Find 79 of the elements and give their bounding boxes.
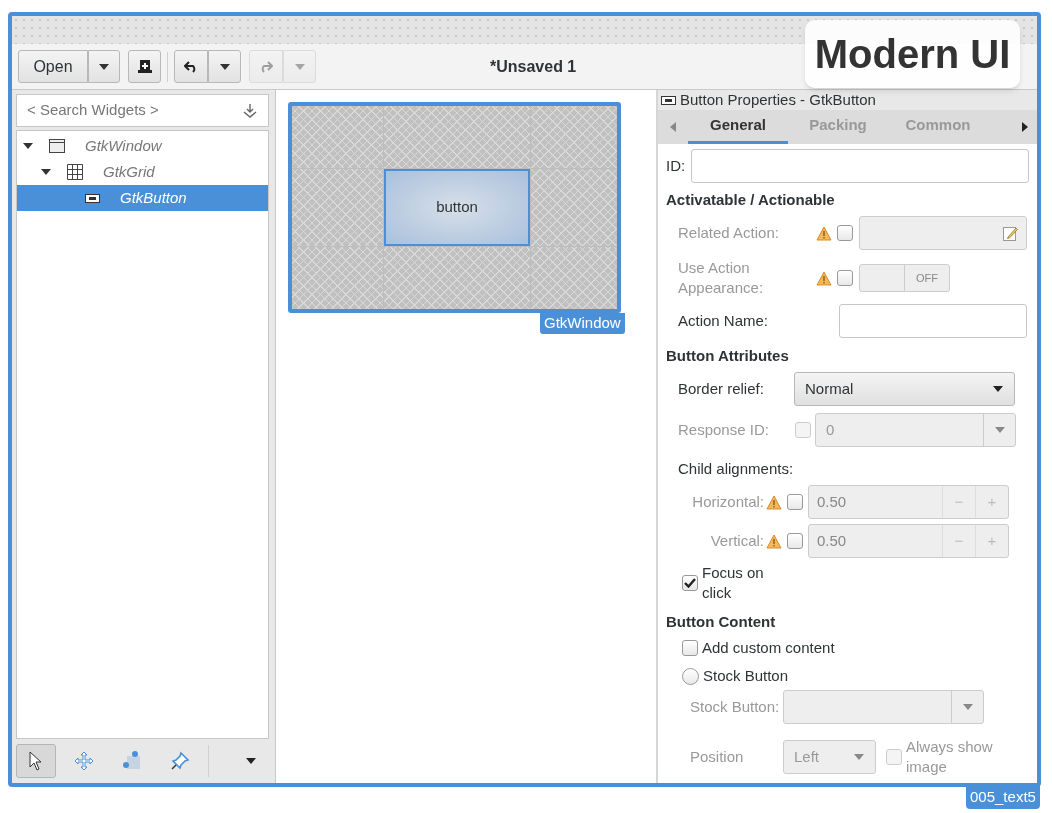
spin-field[interactable]: 0.50 − + — [808, 524, 1009, 558]
field-label: Response ID: — [678, 420, 770, 440]
dropdown-button[interactable] — [88, 50, 120, 83]
scroll-right-icon[interactable] — [1022, 122, 1028, 132]
tab[interactable]: General — [688, 110, 788, 144]
plus-icon — [137, 60, 152, 73]
field-label: Vertical: — [709, 531, 764, 551]
field-label: Horizontal: — [691, 492, 764, 512]
redo-icon — [259, 60, 273, 73]
checkbox-label: Add custom content — [702, 638, 835, 658]
undo-button[interactable] — [174, 50, 208, 83]
caret-icon — [962, 704, 973, 710]
dropdown-button[interactable] — [208, 50, 241, 83]
tree-item[interactable]: GtkWindow — [17, 133, 268, 159]
grid-icon — [67, 164, 83, 180]
tab[interactable]: Common — [888, 110, 988, 144]
text-field[interactable] — [839, 304, 1027, 338]
field-label: Child alignments: — [678, 459, 794, 479]
decrement-button[interactable]: − — [942, 486, 975, 518]
download-icon — [242, 102, 258, 119]
scroll-left-icon[interactable] — [670, 122, 676, 132]
caret-icon — [993, 386, 1003, 392]
expander-icon[interactable] — [41, 169, 51, 175]
button-icon — [85, 193, 100, 203]
checkbox-label: Focus on click — [702, 563, 765, 603]
field-label: Related Action: — [678, 223, 780, 243]
caret-icon — [854, 754, 864, 760]
document-title: *Unsaved 1 — [490, 56, 577, 77]
field-label: Stock Button: — [690, 697, 781, 717]
caret-icon — [246, 758, 256, 764]
checkbox[interactable] — [886, 749, 902, 765]
expander-icon[interactable] — [23, 143, 33, 149]
overlay-badge: Modern UI — [805, 20, 1020, 88]
combo-box[interactable]: Normal — [794, 372, 1015, 406]
pointer-icon — [29, 751, 43, 771]
increment-button[interactable]: + — [975, 486, 1008, 518]
decrement-button[interactable]: − — [942, 525, 975, 557]
section-heading: Button Content — [666, 611, 776, 632]
edit-icon — [1003, 225, 1018, 241]
field-label: ID: — [666, 155, 686, 176]
window-icon — [49, 139, 65, 153]
field-label: Border relief: — [678, 379, 765, 399]
undo-icon — [184, 60, 198, 73]
section-heading: Button Attributes — [666, 345, 789, 366]
caret-icon — [994, 427, 1005, 433]
add-button[interactable] — [128, 50, 161, 83]
combo-box[interactable]: Left — [783, 740, 876, 774]
resize-icon — [122, 751, 142, 771]
panel-title: Button Properties - GtkButton — [680, 89, 876, 110]
checkbox[interactable] — [787, 494, 803, 510]
tree-item[interactable]: GtkButton — [17, 185, 268, 211]
move-icon — [74, 751, 94, 771]
increment-button[interactable]: + — [975, 525, 1008, 557]
search-field[interactable]: < Search Widgets > — [16, 94, 269, 127]
checkbox-label: Stock Button — [703, 666, 789, 686]
pin-icon — [170, 751, 190, 771]
spin-field[interactable]: 0.50 − + — [808, 485, 1009, 519]
text-field[interactable] — [859, 216, 1027, 250]
section-heading: Activatable / Actionable — [666, 189, 835, 210]
caret-icon — [294, 63, 305, 70]
checkbox[interactable] — [682, 575, 698, 591]
tree-item[interactable]: GtkGrid — [17, 159, 268, 185]
checkbox[interactable] — [787, 533, 803, 549]
tab[interactable]: Packing — [788, 110, 888, 144]
radio-button[interactable] — [682, 667, 699, 685]
frame-label: 005_text5 — [966, 786, 1040, 809]
button-icon — [661, 95, 676, 105]
caret-icon — [99, 63, 109, 70]
field-label: Position — [690, 747, 745, 767]
checkbox-label: Always show image — [906, 737, 994, 777]
field-label: Action Name: — [678, 311, 770, 331]
tool-button[interactable] — [16, 744, 56, 778]
open-button[interactable]: Open — [18, 50, 88, 83]
text-field[interactable] — [691, 148, 1029, 183]
checkbox[interactable] — [682, 640, 698, 656]
window-label: GtkWindow — [540, 313, 625, 334]
button-preview[interactable]: button — [384, 169, 530, 246]
caret-icon — [219, 63, 230, 70]
field-label: Use Action Appearance: — [678, 258, 765, 298]
